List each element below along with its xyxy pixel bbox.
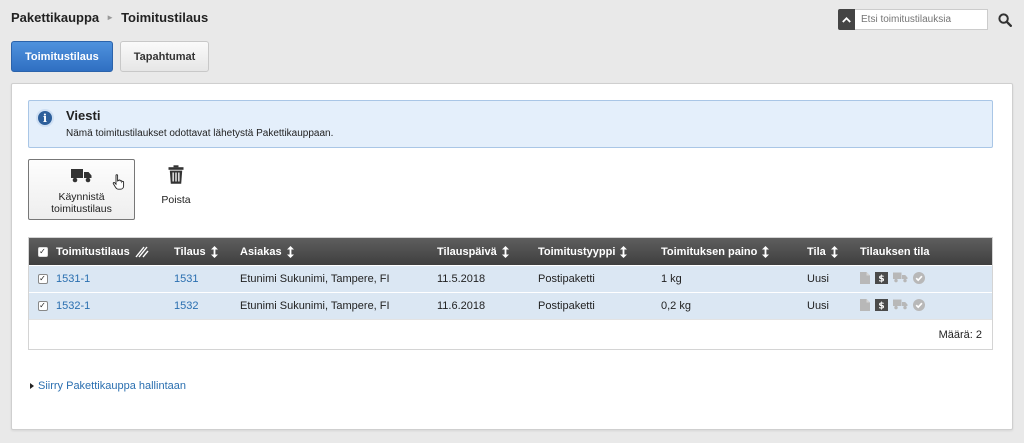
shipment-order-link[interactable]: 1531-1 (56, 273, 90, 285)
sort-icon[interactable] (620, 245, 628, 258)
check-circle-icon (913, 298, 925, 314)
search-box (838, 9, 1014, 30)
select-all-checkbox[interactable]: ✓ (37, 246, 48, 257)
hand-cursor-icon (112, 174, 126, 193)
start-shipment-button[interactable]: Käynnistä toimitustilaus (28, 159, 135, 220)
shipping-type-cell: Postipaketti (538, 300, 595, 312)
tab-tapahtumat[interactable]: Tapahtumat (119, 41, 210, 72)
sort-icon[interactable] (501, 245, 509, 258)
row-checkbox[interactable]: ✓ (37, 301, 48, 311)
column-header-tilauspaiva[interactable]: Tilauspäivä (437, 245, 538, 258)
breadcrumb-item[interactable]: Pakettikauppa (11, 10, 99, 25)
table-header: ✓ Toimitustilaus Tilaus Asiakas Tilauspä… (29, 238, 992, 265)
column-header-tilaus[interactable]: Tilaus (174, 245, 240, 258)
search-input[interactable] (855, 9, 988, 30)
caret-right-icon (30, 383, 34, 389)
row-checkbox[interactable]: ✓ (37, 274, 48, 284)
sort-desc-icon[interactable] (135, 246, 149, 258)
sort-icon[interactable] (210, 245, 218, 258)
svg-text:$: $ (878, 274, 884, 284)
action-bar: Käynnistä toimitustilaus Poista (28, 159, 196, 220)
invoice-icon: $ (875, 271, 888, 287)
truck-icon (893, 272, 908, 286)
admin-link[interactable]: Siirry Pakettikauppa hallintaan (30, 380, 186, 392)
shipment-order-link[interactable]: 1532-1 (56, 300, 90, 312)
column-header-toimitustyyppi[interactable]: Toimitustyyppi (538, 245, 661, 258)
truck-icon (70, 168, 93, 186)
info-message: i Viesti Nämä toimitustilaukset odottava… (28, 100, 993, 148)
message-title: Viesti (66, 108, 101, 123)
sort-icon[interactable] (830, 245, 838, 258)
invoice-icon: $ (875, 298, 888, 314)
customer-cell: Etunimi Sukunimi, Tampere, FI (240, 300, 390, 312)
shipment-table: ✓ Toimitustilaus Tilaus Asiakas Tilauspä… (28, 237, 993, 350)
order-status-icons: $ (860, 298, 994, 314)
order-date-cell: 11.5.2018 (437, 273, 486, 285)
status-cell: Uusi (807, 300, 830, 312)
table-footer: Määrä: 2 (29, 319, 992, 349)
column-header-toimitustilaus[interactable]: Toimitustilaus (56, 246, 174, 258)
admin-link-label[interactable]: Siirry Pakettikauppa hallintaan (38, 380, 186, 392)
breadcrumb: Pakettikauppa ► Toimitustilaus (11, 10, 208, 25)
column-header-tilauksen-tila: Tilauksen tila (860, 245, 930, 258)
customer-cell: Etunimi Sukunimi, Tampere, FI (240, 273, 390, 285)
delete-label: Poista (161, 194, 191, 206)
tab-toimitustilaus[interactable]: Toimitustilaus (11, 41, 113, 72)
order-link[interactable]: 1531 (174, 273, 198, 285)
tab-bar: Toimitustilaus Tapahtumat (11, 41, 210, 72)
weight-cell: 0,2 kg (661, 300, 691, 312)
chevron-up-icon[interactable] (838, 9, 855, 30)
check-circle-icon (913, 271, 925, 287)
sort-icon[interactable] (762, 245, 770, 258)
document-icon (860, 298, 870, 314)
column-header-paino[interactable]: Toimituksen paino (661, 245, 807, 258)
breadcrumb-item: Toimitustilaus (121, 10, 209, 25)
svg-text:$: $ (878, 301, 884, 311)
order-status-icons: $ (860, 271, 994, 287)
message-text: Nämä toimitustilaukset odottavat lähetys… (66, 128, 334, 139)
weight-cell: 1 kg (661, 273, 682, 285)
search-icon[interactable] (996, 9, 1014, 30)
sort-icon[interactable] (286, 245, 294, 258)
info-icon: i (36, 109, 54, 127)
order-date-cell: 11.6.2018 (437, 300, 486, 312)
breadcrumb-separator-icon: ► (106, 13, 115, 22)
status-cell: Uusi (807, 273, 830, 285)
order-link[interactable]: 1532 (174, 300, 198, 312)
trash-icon (168, 165, 184, 187)
truck-icon (893, 299, 908, 313)
row-count: Määrä: 2 (938, 328, 982, 341)
table-row: ✓ 1531-1 1531 Etunimi Sukunimi, Tampere,… (29, 265, 992, 292)
shipping-type-cell: Postipaketti (538, 273, 595, 285)
table-row: ✓ 1532-1 1532 Etunimi Sukunimi, Tampere,… (29, 292, 992, 319)
column-header-asiakas[interactable]: Asiakas (240, 245, 437, 258)
column-header-tila[interactable]: Tila (807, 245, 860, 258)
delete-button[interactable]: Poista (156, 159, 196, 206)
start-shipment-label: Käynnistä toimitustilaus (51, 191, 112, 215)
document-icon (860, 271, 870, 287)
main-panel: i Viesti Nämä toimitustilaukset odottava… (11, 83, 1013, 430)
